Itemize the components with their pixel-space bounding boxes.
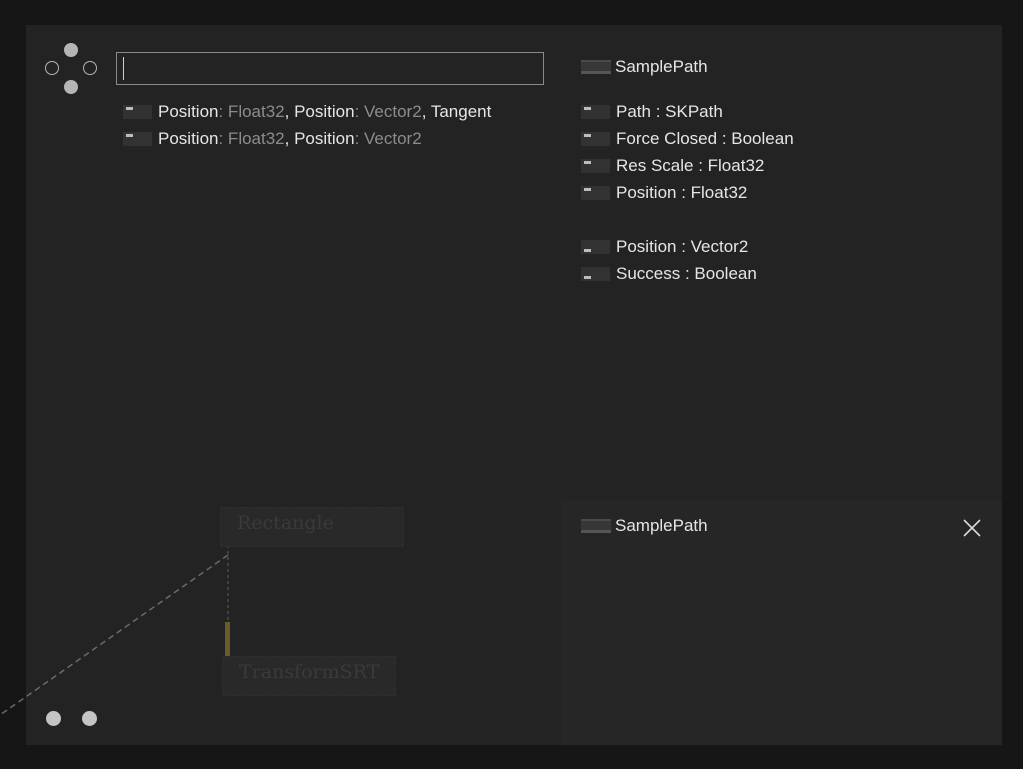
- input-port: Path : SKPath: [581, 101, 723, 123]
- bottom-dot-right[interactable]: [82, 711, 97, 726]
- dpad-icon[interactable]: [45, 43, 98, 95]
- result-text-part: : Vector2: [354, 102, 422, 121]
- search-input[interactable]: [116, 52, 544, 85]
- result-text-part: : Float32: [218, 102, 285, 121]
- node-info-header: SamplePath: [581, 56, 708, 78]
- result-text-part: Position: [158, 102, 219, 121]
- pin-icon: [581, 132, 610, 146]
- pin-icon: [581, 159, 610, 173]
- close-icon[interactable]: [961, 517, 983, 539]
- result-text-part: Position: [158, 129, 219, 148]
- result-text-part: : Float32: [218, 129, 285, 148]
- preview-header: SamplePath: [581, 515, 708, 537]
- dpad-up-dot: [64, 43, 78, 57]
- output-port: Success : Boolean: [581, 263, 757, 285]
- bottom-dot-left[interactable]: [46, 711, 61, 726]
- background-node-transform[interactable]: TransformSRT: [222, 656, 396, 696]
- dpad-right-dot: [83, 61, 97, 75]
- dpad-down-dot: [64, 80, 78, 94]
- pin-icon: [581, 267, 610, 281]
- result-item[interactable]: Position : Float32, Position : Vector2: [123, 128, 422, 150]
- pin-icon: [123, 132, 152, 146]
- output-port-label: Success : Boolean: [616, 264, 757, 283]
- background-node-transform-label: TransformSRT: [239, 661, 380, 683]
- input-port: Res Scale : Float32: [581, 155, 764, 177]
- node-icon: [581, 60, 611, 74]
- result-item[interactable]: Position : Float32, Position : Vector2, …: [123, 101, 491, 123]
- pin-icon: [581, 105, 610, 119]
- background-node-rectangle[interactable]: Rectangle: [220, 507, 404, 547]
- result-text-part: , Tangent: [421, 102, 492, 121]
- input-port-label: Path : SKPath: [616, 102, 723, 121]
- dpad-left-dot: [45, 61, 59, 75]
- output-port: Position : Vector2: [581, 236, 748, 258]
- result-text-part: : Vector2: [354, 129, 422, 148]
- input-port-label: Position : Float32: [616, 183, 748, 202]
- pin-icon: [581, 240, 610, 254]
- result-text-part: , Position: [284, 102, 355, 121]
- text-caret: [123, 57, 124, 80]
- result-text-part: , Position: [284, 129, 355, 148]
- input-port: Position : Float32: [581, 182, 747, 204]
- input-port-label: Res Scale : Float32: [616, 156, 765, 175]
- node-info-title: SamplePath: [615, 57, 708, 76]
- output-port-label: Position : Vector2: [616, 237, 749, 256]
- input-port-label: Force Closed : Boolean: [616, 129, 794, 148]
- background-node-rectangle-label: Rectangle: [237, 512, 334, 534]
- input-port: Force Closed : Boolean: [581, 128, 794, 150]
- pin-icon: [123, 105, 152, 119]
- preview-title: SamplePath: [615, 516, 708, 535]
- node-icon: [581, 519, 611, 533]
- pin-icon: [581, 186, 610, 200]
